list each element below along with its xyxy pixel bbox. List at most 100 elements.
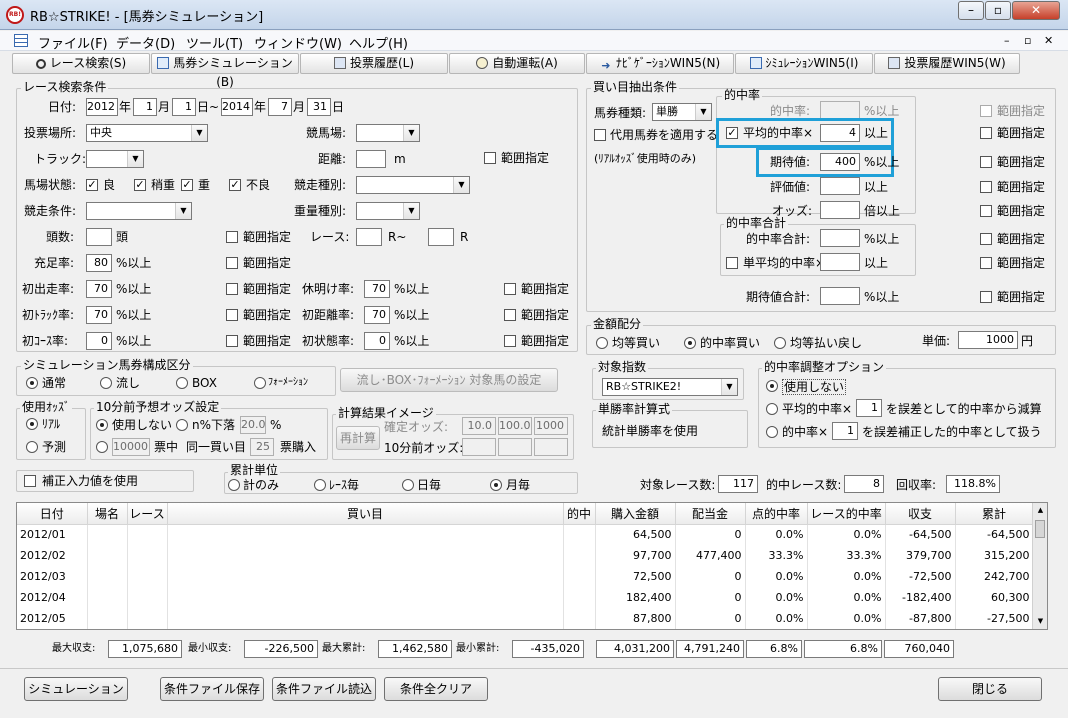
heads-range-checkbox[interactable] xyxy=(226,231,238,243)
clear-conditions-button[interactable]: 条件全クリア xyxy=(384,677,488,701)
table-scrollbar[interactable]: ▲ ▼ xyxy=(1032,503,1047,629)
score-input[interactable] xyxy=(820,177,860,195)
save-conditions-button[interactable]: 条件ファイル保存 xyxy=(160,677,264,701)
restore-button[interactable]: ▫ xyxy=(985,1,1011,20)
first-course-input[interactable]: 0 xyxy=(86,332,112,350)
first-run-input[interactable]: 70 xyxy=(86,280,112,298)
evsum-range-checkbox[interactable] xyxy=(980,291,992,303)
start-year-input[interactable]: 2012 xyxy=(86,98,118,116)
correction-checkbox[interactable] xyxy=(24,475,36,487)
target-horse-setting-button[interactable]: 流し･BOX･ﾌｫｰﾒｰｼｮﾝ 対象馬の設定 xyxy=(340,368,558,392)
adj-none-radio[interactable] xyxy=(766,380,778,392)
pre10-pct-input[interactable]: 20.0 xyxy=(240,416,266,434)
cond-slight-checkbox[interactable]: ✓ xyxy=(134,179,146,191)
end-day-input[interactable]: 31 xyxy=(307,98,331,116)
col-bets[interactable]: 買い目 xyxy=(167,503,564,525)
mdi-restore[interactable]: ▫ xyxy=(1024,34,1031,47)
simulation-button[interactable]: シミュレーション xyxy=(24,677,128,701)
distance-range-checkbox[interactable] xyxy=(484,152,496,164)
scroll-down-icon[interactable]: ▼ xyxy=(1033,614,1047,629)
col-hit[interactable]: 的中 xyxy=(563,503,596,525)
mdi-close[interactable]: ✕ xyxy=(1044,34,1053,47)
avg-range-checkbox[interactable] xyxy=(980,127,992,139)
target-index-select[interactable]: RB☆STRIKE2! ▼ xyxy=(602,378,738,396)
distance-input[interactable] xyxy=(356,150,386,168)
col-race[interactable]: レース xyxy=(127,503,168,525)
race-type-select[interactable]: ▼ xyxy=(356,176,470,194)
tab-vote-history[interactable]: 投票履歴(L) xyxy=(300,53,448,74)
adj-avg-radio[interactable] xyxy=(766,403,778,415)
cond-good-checkbox[interactable]: ✓ xyxy=(86,179,98,191)
comp-flow-radio[interactable] xyxy=(100,377,112,389)
col-date[interactable]: 日付 xyxy=(17,503,88,525)
race-to-input[interactable] xyxy=(428,228,454,246)
adj-rate-radio[interactable] xyxy=(766,426,778,438)
hitrate-range-checkbox[interactable] xyxy=(980,105,992,117)
agg-race-radio[interactable] xyxy=(314,479,326,491)
race-from-input[interactable] xyxy=(356,228,382,246)
pre10-votes-input[interactable]: 10000 xyxy=(112,438,150,456)
table-row[interactable]: 2012/01 64,500 0 0.0% 0.0% -64,500 -64,500 xyxy=(17,524,1034,545)
adj-avg-input[interactable]: 1 xyxy=(856,399,882,417)
comp-normal-radio[interactable] xyxy=(26,377,38,389)
menu-data[interactable]: データ(D) xyxy=(116,33,175,52)
tab-vote-history-win5[interactable]: 投票履歴WIN5(W) xyxy=(874,53,1020,74)
pre10-none-radio[interactable] xyxy=(96,419,108,431)
comp-box-radio[interactable] xyxy=(176,377,188,389)
first-state-input[interactable]: 0 xyxy=(364,332,390,350)
single-avg-range-checkbox[interactable] xyxy=(980,257,992,269)
odds-predict-radio[interactable] xyxy=(26,441,38,453)
close-window-button[interactable]: ✕ xyxy=(1012,1,1060,20)
single-avg-input[interactable] xyxy=(820,253,860,271)
odds-range-checkbox[interactable] xyxy=(980,205,992,217)
heads-input[interactable] xyxy=(86,228,112,246)
tab-navigation-win5[interactable]: ➜ ﾅﾋﾞｹﾞｰｼｮﾝWIN5(N) xyxy=(586,53,734,74)
col-balance[interactable]: 収支 xyxy=(885,503,956,525)
fdist-range-checkbox[interactable] xyxy=(504,309,516,321)
col-cumulative[interactable]: 累計 xyxy=(955,503,1034,525)
alloc-payout-radio[interactable] xyxy=(774,337,786,349)
tab-bet-simulation[interactable]: 馬券シミュレーション(B) xyxy=(151,53,299,89)
track-select[interactable]: ▼ xyxy=(86,150,144,168)
hitrate-input[interactable] xyxy=(820,101,860,119)
fill-rate-input[interactable]: 80 xyxy=(86,254,112,272)
evsum-input[interactable] xyxy=(820,287,860,305)
col-venue[interactable]: 場名 xyxy=(87,503,128,525)
alloc-equal-radio[interactable] xyxy=(596,337,608,349)
adj-rate-input[interactable]: 1 xyxy=(832,422,858,440)
close-button[interactable]: 閉じる xyxy=(938,677,1042,701)
venue-select[interactable]: 中央 ▼ xyxy=(86,124,208,142)
same-bet-input[interactable]: 25 xyxy=(250,438,274,456)
menu-window[interactable]: ウィンドウ(W) xyxy=(254,33,342,52)
hitsum-range-checkbox[interactable] xyxy=(980,233,992,245)
minimize-button[interactable]: – xyxy=(958,1,984,20)
scroll-up-icon[interactable]: ▲ xyxy=(1033,503,1047,518)
agg-total-radio[interactable] xyxy=(228,479,240,491)
agg-month-radio[interactable] xyxy=(490,479,502,491)
odds-input[interactable] xyxy=(820,201,860,219)
recalc-button[interactable]: 再計算 xyxy=(336,426,380,450)
col-race-hitrate[interactable]: レース的中率 xyxy=(807,503,886,525)
tab-simulation-win5[interactable]: ｼﾐｭﾚｰｼｮﾝWIN5(I) xyxy=(735,53,873,74)
col-payout[interactable]: 配当金 xyxy=(675,503,746,525)
score-range-checkbox[interactable] xyxy=(980,181,992,193)
results-table[interactable]: 日付 場名 レース 買い目 的中 購入金額 配当金 点的中率 レース的中率 収支… xyxy=(16,502,1048,630)
table-row[interactable]: 2012/02 97,700 477,400 33.3% 33.3% 379,700 315… xyxy=(17,545,1034,566)
fstate-range-checkbox[interactable] xyxy=(504,335,516,347)
substitute-checkbox[interactable] xyxy=(594,129,606,141)
table-row[interactable]: 2012/05 87,800 0 0.0% 0.0% -87,800 -27,500 xyxy=(17,608,1034,629)
hitsum-input[interactable] xyxy=(820,229,860,247)
cond-bad-checkbox[interactable]: ✓ xyxy=(229,179,241,191)
odds-real-radio[interactable] xyxy=(26,418,38,430)
col-purchase[interactable]: 購入金額 xyxy=(595,503,676,525)
tab-auto-run[interactable]: 自動運転(A) xyxy=(449,53,585,74)
comp-formation-radio[interactable] xyxy=(254,377,266,389)
avg-hitrate-checkbox[interactable]: ✓ xyxy=(726,127,738,139)
fcourse-range-checkbox[interactable] xyxy=(226,335,238,347)
ev-range-checkbox[interactable] xyxy=(980,156,992,168)
end-month-input[interactable]: 7 xyxy=(268,98,292,116)
pre10-drop-radio[interactable] xyxy=(176,419,188,431)
load-conditions-button[interactable]: 条件ファイル読込 xyxy=(272,677,376,701)
start-day-input[interactable]: 1 xyxy=(172,98,196,116)
weight-type-select[interactable]: ▼ xyxy=(356,202,420,220)
